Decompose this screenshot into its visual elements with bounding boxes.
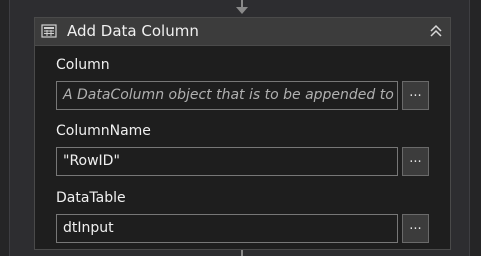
columnname-label: ColumnName xyxy=(56,123,151,139)
columnname-browse-button[interactable]: ... xyxy=(402,147,429,176)
activity-header[interactable]: Add Data Column xyxy=(35,18,450,46)
column-browse-button[interactable]: ... xyxy=(402,81,429,110)
datatable-label: DataTable xyxy=(56,190,126,206)
connector-line-bottom xyxy=(241,250,243,256)
column-label: Column xyxy=(56,57,110,73)
table-column-icon xyxy=(41,23,57,39)
column-input[interactable]: A DataColumn object that is to be append… xyxy=(56,81,398,110)
add-data-column-activity[interactable]: Add Data Column Column A DataColumn obje… xyxy=(34,17,451,250)
connector-arrow-icon xyxy=(236,7,248,14)
columnname-input[interactable]: "RowID" xyxy=(56,147,398,176)
datatable-browse-button[interactable]: ... xyxy=(402,214,429,243)
datatable-input[interactable]: dtInput xyxy=(56,214,398,243)
activity-title: Add Data Column xyxy=(67,22,199,40)
double-chevron-up-icon[interactable] xyxy=(427,22,445,40)
